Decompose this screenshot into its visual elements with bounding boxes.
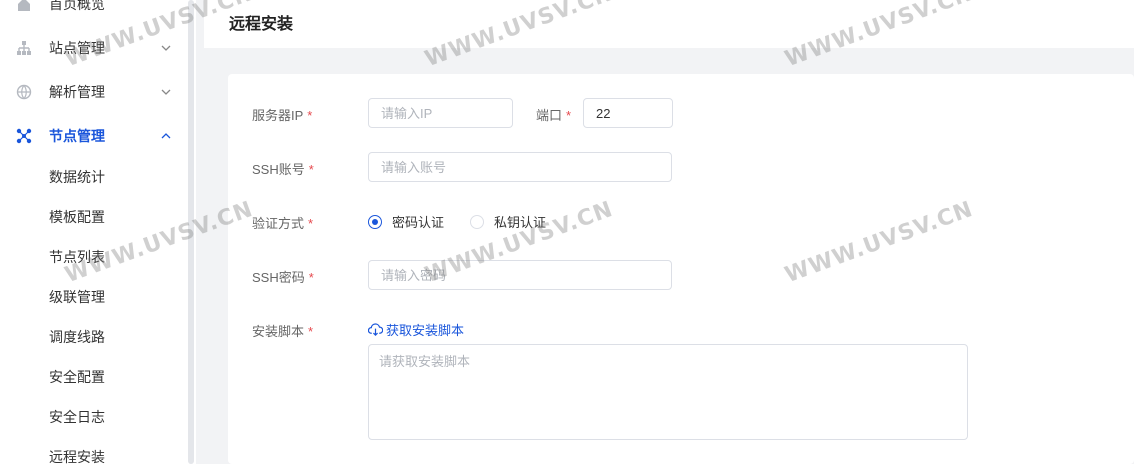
required-mark: * bbox=[566, 108, 572, 123]
port-input[interactable] bbox=[583, 98, 673, 128]
auth-method-label: 验证方式 * bbox=[252, 213, 313, 232]
menu-label: 节点管理 bbox=[49, 128, 105, 144]
required-mark: * bbox=[308, 324, 314, 339]
submenu-item-security-config[interactable]: 安全配置 bbox=[0, 356, 188, 396]
submenu-label: 级联管理 bbox=[49, 289, 105, 305]
submenu-label: 安全日志 bbox=[49, 409, 105, 425]
submenu-label: 模板配置 bbox=[49, 209, 105, 225]
submenu-item-cascade[interactable]: 级联管理 bbox=[0, 276, 188, 316]
submenu-item-remote-install[interactable]: 远程安装 bbox=[0, 436, 188, 464]
submenu-item-routing[interactable]: 调度线路 bbox=[0, 316, 188, 356]
chevron-down-icon bbox=[160, 42, 172, 54]
menu-label: 首页概览 bbox=[49, 0, 105, 12]
install-script-textarea[interactable] bbox=[368, 344, 968, 440]
submenu-item-security-log[interactable]: 安全日志 bbox=[0, 396, 188, 436]
page-title: 远程安装 bbox=[229, 16, 294, 33]
port-label: 端口 * bbox=[536, 105, 571, 124]
install-script-label: 安装脚本 * bbox=[252, 321, 313, 340]
server-ip-label: 服务器IP * bbox=[252, 105, 312, 124]
submenu-label: 安全配置 bbox=[49, 369, 105, 385]
submenu-label: 远程安装 bbox=[49, 449, 105, 464]
submenu-item-templates[interactable]: 模板配置 bbox=[0, 196, 188, 236]
server-ip-input[interactable] bbox=[368, 98, 513, 128]
label-text: 安装脚本 bbox=[252, 324, 305, 339]
ssh-password-input[interactable] bbox=[368, 260, 672, 290]
radio-label: 私钥认证 bbox=[494, 215, 547, 230]
submenu-label: 数据统计 bbox=[49, 169, 105, 185]
menu-item-overview[interactable]: 首页概览 bbox=[0, 0, 188, 24]
required-mark: * bbox=[308, 216, 314, 231]
required-mark: * bbox=[307, 108, 313, 123]
ssh-account-input[interactable] bbox=[368, 152, 672, 182]
submenu-item-stats[interactable]: 数据统计 bbox=[0, 156, 188, 196]
required-mark: * bbox=[308, 270, 314, 285]
menu-item-sites[interactable]: 站点管理 bbox=[0, 28, 188, 68]
nodes-icon bbox=[16, 128, 32, 144]
required-mark: * bbox=[308, 162, 314, 177]
home-icon bbox=[16, 0, 32, 12]
radio-label: 密码认证 bbox=[392, 215, 445, 230]
submenu-label: 节点列表 bbox=[49, 249, 105, 265]
sidebar-scrollbar[interactable] bbox=[188, 0, 194, 464]
chevron-up-icon bbox=[160, 130, 172, 142]
remote-install-form: 服务器IP* 端口* SSH账号* 验证方式* 密码认证 私钥认证 SSH密码*… bbox=[228, 74, 1134, 464]
ssh-password-label: SSH密码 * bbox=[252, 267, 314, 286]
menu-label: 解析管理 bbox=[49, 84, 105, 100]
get-install-script-link[interactable]: 获取安装脚本 bbox=[368, 320, 464, 339]
submenu-label: 调度线路 bbox=[49, 329, 105, 345]
chevron-down-icon bbox=[160, 86, 172, 98]
label-text: SSH密码 bbox=[252, 270, 305, 285]
submenu-item-node-list[interactable]: 节点列表 bbox=[0, 236, 188, 276]
globe-icon bbox=[16, 84, 32, 100]
menu-item-nodes[interactable]: 节点管理 bbox=[0, 116, 188, 156]
ssh-account-label: SSH账号 * bbox=[252, 159, 314, 178]
cloud-download-icon bbox=[368, 323, 383, 336]
label-text: 验证方式 bbox=[252, 216, 305, 231]
link-text: 获取安装脚本 bbox=[386, 323, 465, 338]
auth-key-radio[interactable]: 私钥认证 bbox=[470, 212, 546, 231]
label-text: 端口 bbox=[536, 108, 563, 123]
radio-dot bbox=[470, 214, 484, 229]
menu-item-dns[interactable]: 解析管理 bbox=[0, 72, 188, 112]
radio-dot bbox=[368, 214, 382, 229]
menu-label: 站点管理 bbox=[49, 40, 105, 56]
label-text: 服务器IP bbox=[252, 108, 304, 123]
label-text: SSH账号 bbox=[252, 162, 305, 177]
sidebar: 首页概览 站点管理 解析管理 节点管理 数据统计 模板配置 节点列表 级联管理 … bbox=[0, 0, 196, 464]
sitemap-icon bbox=[16, 40, 32, 56]
page-header: 远程安装 bbox=[204, 0, 1134, 48]
auth-password-radio[interactable]: 密码认证 bbox=[368, 212, 444, 231]
